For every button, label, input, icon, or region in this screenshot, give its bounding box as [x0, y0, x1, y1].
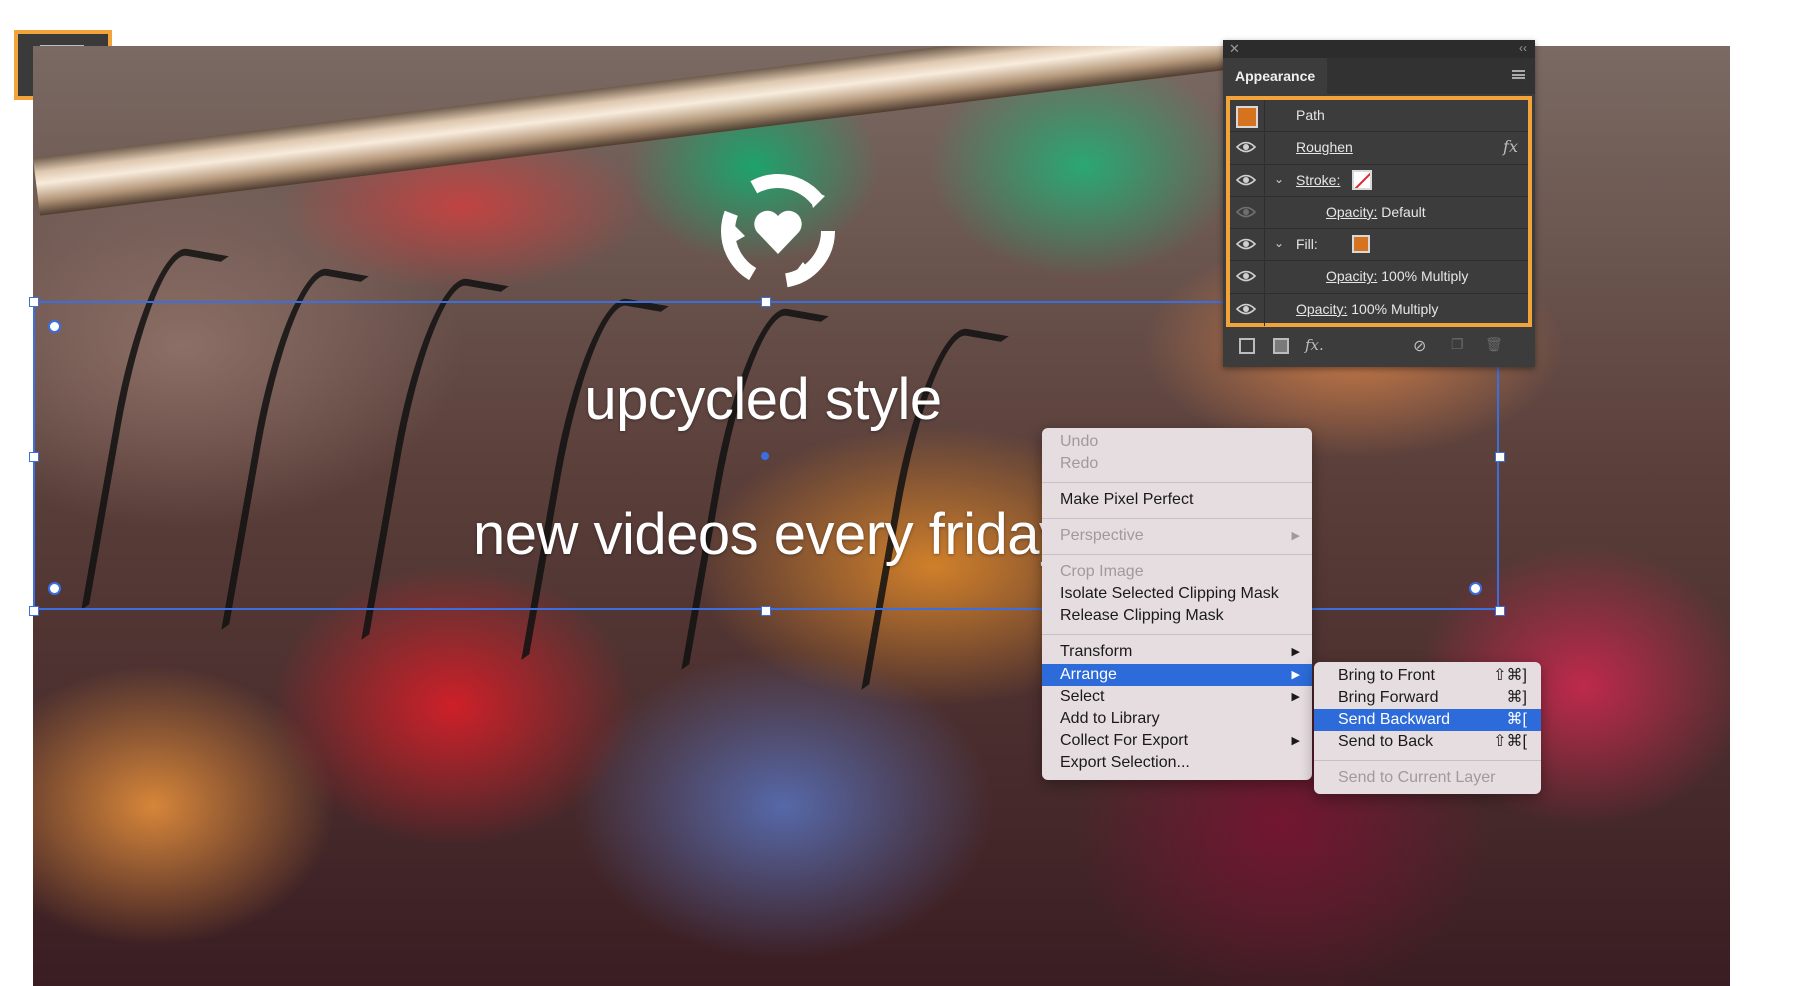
tab-appearance[interactable]: Appearance	[1223, 58, 1328, 94]
divider	[1264, 100, 1265, 132]
submenu-arrow-icon: ▶	[1291, 735, 1300, 747]
menu-item-make-pixel-perfect[interactable]: Make Pixel Perfect	[1042, 489, 1312, 511]
stroke-link[interactable]: Stroke:	[1296, 172, 1340, 188]
panel-bottom-toolbar: fx. ⊘ ❐ 🗑	[1223, 330, 1535, 358]
menu-item-bring-to-front[interactable]: Bring to Front ⇧⌘]	[1314, 665, 1541, 687]
fx-icon[interactable]: fx	[1503, 137, 1518, 156]
path-label: Path	[1296, 107, 1325, 123]
resize-handle-bottom-left[interactable]	[29, 606, 39, 616]
menu-item-collect-for-export[interactable]: Collect For Export ▶	[1042, 730, 1312, 752]
resize-handle-right[interactable]	[1495, 452, 1505, 462]
resize-handle-bottom[interactable]	[761, 606, 771, 616]
submenu-arrow-icon: ▶	[1291, 530, 1300, 542]
corner-radius-widget[interactable]	[48, 320, 61, 333]
clear-appearance-icon[interactable]: ⊘	[1413, 336, 1426, 356]
visibility-eye-icon[interactable]	[1236, 269, 1256, 283]
resize-handle-top[interactable]	[761, 297, 771, 307]
menu-item-redo[interactable]: Redo	[1042, 453, 1312, 475]
context-menu: Undo Redo Make Pixel Perfect Perspective…	[1042, 428, 1312, 780]
shortcut-label: ⌘]	[1506, 689, 1527, 706]
menu-item-isolate-clipping-mask[interactable]: Isolate Selected Clipping Mask	[1042, 583, 1312, 605]
appearance-row-roughen[interactable]: Roughen fx	[1230, 132, 1528, 165]
menu-item-send-to-current-layer[interactable]: Send to Current Layer	[1314, 767, 1541, 789]
appearance-row-object-opacity[interactable]: Opacity: 100% Multiply	[1230, 293, 1528, 327]
submenu-arrow-icon: ▶	[1291, 669, 1300, 681]
trash-icon[interactable]: 🗑	[1485, 336, 1503, 353]
shortcut-label: ⇧⌘]	[1493, 667, 1527, 684]
appearance-row-fill[interactable]: ⌄ Fill:	[1230, 229, 1528, 262]
stroke-none-swatch[interactable]	[1352, 169, 1372, 190]
stroke-opacity-label[interactable]: Opacity: Default	[1326, 204, 1426, 220]
menu-item-send-to-back[interactable]: Send to Back ⇧⌘[	[1314, 731, 1541, 753]
menu-separator	[1042, 554, 1312, 555]
recycle-heart-logo-icon	[721, 174, 835, 288]
shortcut-label: ⇧⌘[	[1493, 733, 1527, 750]
fill-label: Fill:	[1296, 236, 1318, 253]
divider	[1264, 164, 1265, 196]
corner-radius-widget[interactable]	[48, 582, 61, 595]
visibility-eye-icon[interactable]	[1236, 302, 1256, 316]
appearance-attributes-list: Path Roughen fx ⌄ Stroke: Opacity: Defau…	[1226, 96, 1532, 327]
panel-tab-row: Appearance	[1223, 58, 1535, 94]
collapse-icon[interactable]: ‹‹	[1519, 41, 1527, 55]
divider	[1264, 196, 1265, 229]
appearance-row-stroke[interactable]: ⌄ Stroke:	[1230, 164, 1528, 197]
menu-item-perspective[interactable]: Perspective ▶	[1042, 525, 1312, 547]
shortcut-label: ⌘[	[1506, 711, 1527, 728]
close-icon[interactable]: ✕	[1229, 41, 1240, 57]
panel-title-bar: ✕ ‹‹	[1223, 40, 1535, 58]
menu-item-bring-forward[interactable]: Bring Forward ⌘]	[1314, 687, 1541, 709]
fill-color-swatch[interactable]	[1352, 235, 1370, 254]
corner-radius-widget[interactable]	[1469, 582, 1482, 595]
visibility-eye-icon[interactable]	[1236, 237, 1256, 251]
divider	[1264, 132, 1265, 164]
divider	[1264, 293, 1265, 327]
menu-item-export-selection[interactable]: Export Selection...	[1042, 752, 1312, 774]
menu-item-undo[interactable]: Undo	[1042, 431, 1312, 453]
menu-item-send-backward[interactable]: Send Backward ⌘[	[1314, 709, 1541, 731]
appearance-panel: ✕ ‹‹ Appearance Path Roughen fx ⌄ Stroke…	[1223, 40, 1535, 367]
appearance-row-fill-opacity[interactable]: Opacity: 100% Multiply	[1230, 261, 1528, 294]
chevron-down-icon[interactable]: ⌄	[1274, 172, 1284, 186]
divider	[1264, 261, 1265, 293]
submenu-arrow-icon: ▶	[1291, 646, 1300, 658]
menu-separator	[1314, 760, 1541, 761]
add-new-stroke-icon[interactable]	[1239, 338, 1255, 354]
resize-handle-top-left[interactable]	[29, 297, 39, 307]
object-opacity-label[interactable]: Opacity: 100% Multiply	[1296, 301, 1438, 317]
menu-separator	[1042, 482, 1312, 483]
resize-handle-left[interactable]	[29, 452, 39, 462]
visibility-eye-icon[interactable]	[1236, 173, 1256, 187]
arrange-submenu: Bring to Front ⇧⌘] Bring Forward ⌘] Send B…	[1314, 662, 1541, 794]
visibility-eye-icon[interactable]	[1236, 205, 1256, 219]
appearance-row-path[interactable]: Path	[1230, 100, 1528, 133]
duplicate-item-icon[interactable]: ❐	[1451, 336, 1464, 353]
divider	[1264, 229, 1265, 261]
visibility-eye-icon[interactable]	[1236, 140, 1256, 154]
chevron-down-icon[interactable]: ⌄	[1274, 236, 1284, 250]
menu-separator	[1042, 634, 1312, 635]
appearance-row-stroke-opacity[interactable]: Opacity: Default	[1230, 196, 1528, 230]
menu-item-crop-image[interactable]: Crop Image	[1042, 561, 1312, 583]
menu-item-add-to-library[interactable]: Add to Library	[1042, 708, 1312, 730]
fill-opacity-label[interactable]: Opacity: 100% Multiply	[1326, 268, 1468, 284]
center-point	[761, 452, 769, 460]
submenu-arrow-icon: ▶	[1291, 691, 1300, 703]
menu-item-arrange[interactable]: Arrange ▶	[1042, 664, 1312, 686]
add-new-effect-icon[interactable]: fx.	[1305, 336, 1324, 354]
panel-menu-icon[interactable]	[1512, 70, 1525, 79]
add-new-fill-icon[interactable]	[1273, 338, 1289, 354]
menu-separator	[1042, 518, 1312, 519]
menu-item-select[interactable]: Select ▶	[1042, 686, 1312, 708]
menu-item-release-clipping-mask[interactable]: Release Clipping Mask	[1042, 605, 1312, 627]
menu-item-transform[interactable]: Transform ▶	[1042, 641, 1312, 663]
path-thumbnail-icon	[1236, 106, 1258, 128]
resize-handle-bottom-right[interactable]	[1495, 606, 1505, 616]
roughen-effect-link[interactable]: Roughen	[1296, 139, 1353, 155]
